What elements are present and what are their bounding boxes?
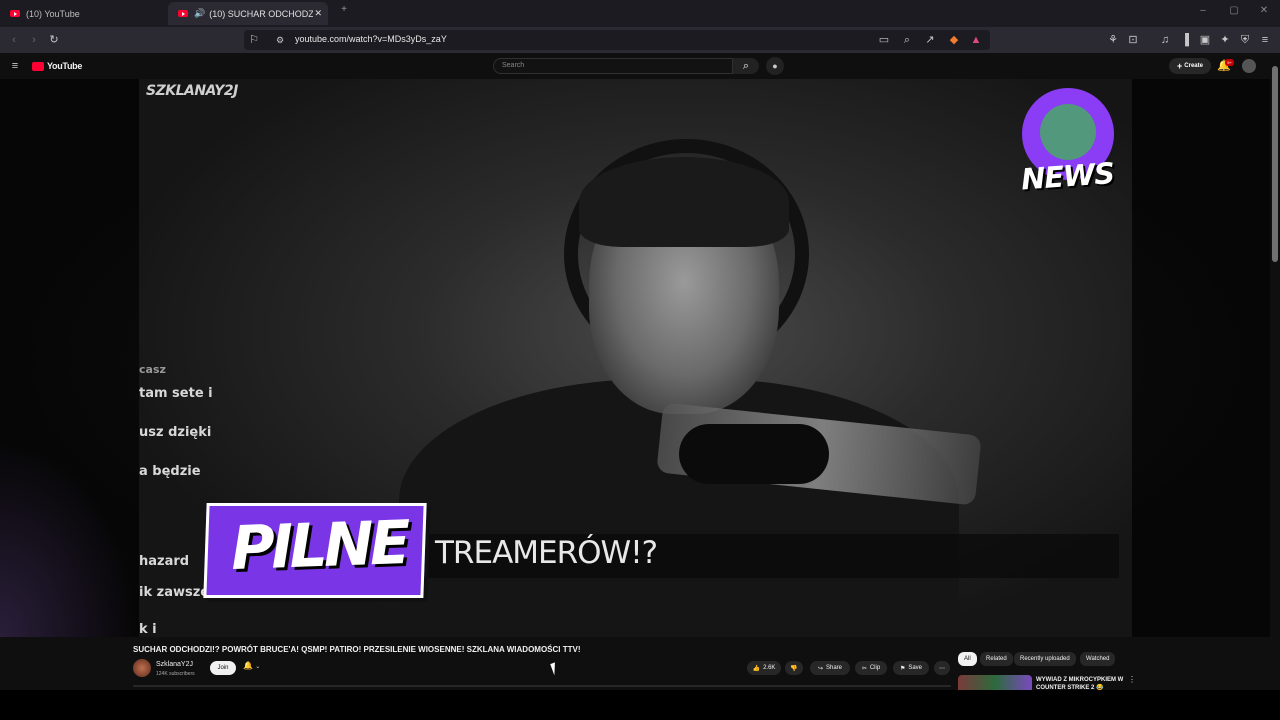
channel-watermark: SZKLANAY2J xyxy=(146,83,238,99)
channel-name[interactable]: SzklanaY2J xyxy=(156,661,193,668)
overlay-word: usz dzięki xyxy=(139,425,212,440)
zoom-icon[interactable]: ⌕ xyxy=(899,32,915,48)
share-button[interactable]: ↪ Share xyxy=(810,661,850,675)
voice-search-button[interactable]: ● xyxy=(766,57,784,75)
microphone-shape xyxy=(679,424,829,484)
tab-youtube-home[interactable]: (10) YouTube xyxy=(0,2,166,25)
overlay-word: hazard xyxy=(139,554,190,569)
more-actions-button[interactable]: ⋯ xyxy=(934,661,950,675)
video-player[interactable]: SZKLANAY2J casz tam sete i usz dzięki a … xyxy=(0,79,1270,637)
more-icon: ⋯ xyxy=(939,665,945,672)
description-box[interactable] xyxy=(133,685,951,687)
recommended-thumbnail[interactable] xyxy=(958,675,1032,690)
vpn-icon[interactable]: ⛨ xyxy=(1237,32,1253,48)
hamburger-menu-icon[interactable]: ≡ xyxy=(7,58,23,74)
site-settings-icon[interactable]: ⚙ xyxy=(272,32,288,48)
bookmark-icon: ⚑ xyxy=(899,665,906,672)
share-icon: ↪ xyxy=(817,665,823,672)
brave-shield-icon[interactable]: ◆ xyxy=(946,32,962,48)
extensions-icon[interactable]: ⚘ xyxy=(1105,32,1121,48)
new-tab-button[interactable]: + xyxy=(334,4,354,15)
overlay-word: ik zawsze xyxy=(139,585,210,600)
back-icon[interactable]: ‹ xyxy=(6,32,22,48)
tab-video[interactable]: 🔊 (10) SUCHAR ODCHODZI!? P... ✕ xyxy=(168,2,328,25)
join-button[interactable]: Join xyxy=(210,661,236,675)
close-tab-icon[interactable]: ✕ xyxy=(314,8,322,19)
lower-third-text: TREAMERÓW!? xyxy=(435,535,658,571)
bookmark-icon[interactable]: ⚐ xyxy=(246,32,262,48)
microphone-icon: ● xyxy=(772,61,778,71)
url-text: youtube.com/watch?v=MDs3yDs_zaY xyxy=(295,34,447,44)
youtube-logo[interactable]: YouTube xyxy=(32,61,82,71)
overlay-word: casz xyxy=(139,363,166,376)
bottom-black-bar xyxy=(0,690,1280,720)
search-icon: ⌕ xyxy=(742,60,750,72)
create-button[interactable]: + Create xyxy=(1169,58,1211,74)
scissors-icon: ✂ xyxy=(861,665,867,672)
overlay-word: a będzie xyxy=(139,464,201,479)
overlay-word: k i xyxy=(139,622,157,637)
rewards-icon[interactable]: ▲ xyxy=(968,32,984,48)
close-window-icon[interactable]: ✕ xyxy=(1254,5,1274,16)
scrollbar-thumb[interactable] xyxy=(1272,66,1278,262)
search-button[interactable]: ⌕ xyxy=(733,58,759,74)
wallet-icon[interactable]: ▣ xyxy=(1197,32,1213,48)
like-count: 2.6K xyxy=(763,665,776,671)
chip-related[interactable]: Related xyxy=(980,652,1013,666)
tab-search-icon[interactable]: ⊡ xyxy=(1125,32,1141,48)
music-icon[interactable]: ♫ xyxy=(1157,32,1173,48)
youtube-header: ≡ YouTube Search ⌕ ● + Create 🔔 9+ xyxy=(0,53,1280,79)
pilne-text: PILNE xyxy=(229,507,408,585)
news-logo-text: NEWS xyxy=(1019,156,1116,197)
like-button[interactable]: 👍 2.6K xyxy=(747,661,781,675)
subscribe-bell-button[interactable]: 🔔 ⌄ xyxy=(243,661,260,670)
chip-recently-uploaded[interactable]: Recently uploaded xyxy=(1014,652,1076,666)
youtube-logo-icon xyxy=(32,61,44,71)
bell-icon: 🔔 xyxy=(243,661,253,670)
share-icon[interactable]: ↗ xyxy=(922,32,938,48)
plus-icon: + xyxy=(1177,61,1183,71)
browser-tab-bar: (10) YouTube 🔊 (10) SUCHAR ODCHODZI!? P.… xyxy=(0,0,1280,27)
streamer-hair xyxy=(579,157,789,247)
notifications-badge: 9+ xyxy=(1225,59,1234,66)
search-input[interactable]: Search xyxy=(493,58,733,74)
create-label: Create xyxy=(1184,63,1203,69)
video-title: SUCHAR ODCHODZI!? POWRÓT BRUCE'A! QSMP! … xyxy=(133,645,581,654)
share-label: Share xyxy=(826,665,843,671)
tab-label: (10) SUCHAR ODCHODZI!? P... xyxy=(209,8,314,19)
save-label: Save xyxy=(908,665,923,671)
chip-watched[interactable]: Watched xyxy=(1080,652,1116,666)
recommended-more-icon[interactable]: ⋮ xyxy=(1128,675,1136,684)
menu-icon[interactable]: ≡ xyxy=(1257,32,1273,48)
thumbs-down-icon: 👎 xyxy=(790,665,798,672)
cast-icon[interactable]: ▭ xyxy=(876,32,892,48)
youtube-favicon-icon xyxy=(178,10,188,17)
dislike-button[interactable]: 👎 xyxy=(785,661,803,675)
tab-label: (10) YouTube xyxy=(26,8,80,19)
subscriber-count: 124K subscribers xyxy=(156,671,195,677)
sidebar-icon[interactable]: ▐ xyxy=(1177,32,1193,48)
maximize-icon[interactable]: ▢ xyxy=(1224,5,1244,16)
youtube-logo-text: YouTube xyxy=(47,61,83,71)
chip-all[interactable]: All xyxy=(958,652,977,666)
leo-ai-icon[interactable]: ✦ xyxy=(1217,32,1233,48)
browser-nav-bar: ‹ › ↻ ⚐ ⚙ youtube.com/watch?v=MDs3yDs_za… xyxy=(0,27,1280,53)
youtube-favicon-icon xyxy=(10,10,20,17)
chevron-down-icon: ⌄ xyxy=(255,664,261,670)
video-details: SUCHAR ODCHODZI!? POWRÓT BRUCE'A! QSMP! … xyxy=(0,637,1280,691)
speaker-icon: 🔊 xyxy=(194,8,206,18)
ambient-glow xyxy=(0,439,139,637)
video-frame[interactable]: SZKLANAY2J casz tam sete i usz dzięki a … xyxy=(139,79,1132,637)
clip-button[interactable]: ✂ Clip xyxy=(855,661,887,675)
reload-icon[interactable]: ↻ xyxy=(46,32,62,48)
clip-label: Clip xyxy=(869,665,881,671)
thumbs-up-icon: 👍 xyxy=(752,665,761,672)
forward-icon[interactable]: › xyxy=(26,32,42,48)
save-button[interactable]: ⚑ Save xyxy=(893,661,929,675)
minimize-icon[interactable]: – xyxy=(1193,5,1213,16)
avatar[interactable] xyxy=(1242,59,1256,73)
address-bar[interactable]: ⚐ ⚙ youtube.com/watch?v=MDs3yDs_zaY ▭ ⌕ … xyxy=(244,30,990,50)
channel-avatar[interactable] xyxy=(133,659,151,677)
overlay-word: tam sete i xyxy=(139,386,213,401)
